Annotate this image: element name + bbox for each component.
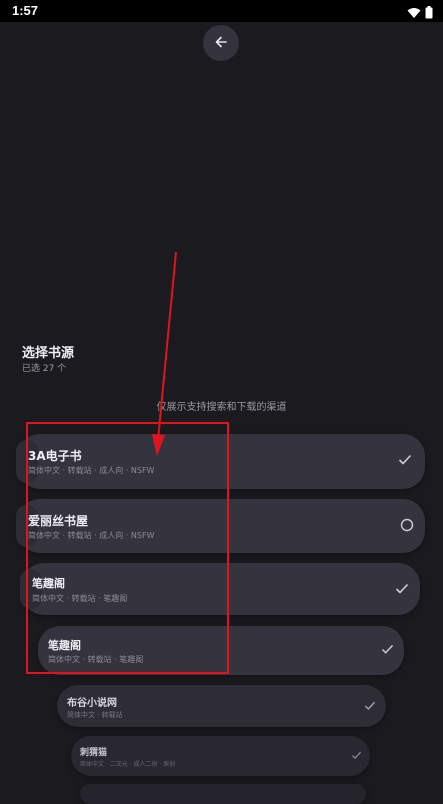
source-item[interactable]: 爱丽丝书屋 简体中文 · 转载站 · 成人向 · NSFW bbox=[16, 499, 425, 553]
source-item[interactable]: 刺猬猫 简体中文 · 二次元 · 成人二创 · 原创 bbox=[71, 736, 370, 776]
source-name: 爱丽丝书屋 bbox=[28, 514, 89, 528]
source-tags: 简体中文 · 二次元 · 成人二创 · 原创 bbox=[80, 761, 176, 768]
selected-count: 已选 27 个 bbox=[22, 364, 67, 374]
source-item[interactable]: 3A电子书 简体中文 · 转载站 · 成人向 · NSFW bbox=[16, 434, 425, 489]
check-icon[interactable] bbox=[381, 644, 394, 655]
arrow-left-icon bbox=[214, 34, 228, 53]
hint-text: 仅展示支持搜索和下载的渠道 bbox=[156, 402, 287, 413]
source-name: 刺猬猫 bbox=[80, 748, 108, 758]
source-tags: 简体中文 · 转载站 · 笔趣阁 bbox=[48, 655, 144, 664]
source-item[interactable]: 布谷小说网 简体中文 · 转载站 bbox=[57, 685, 386, 727]
check-icon[interactable] bbox=[351, 751, 362, 760]
source-item-partial[interactable] bbox=[80, 784, 366, 804]
source-name: 布谷小说网 bbox=[67, 698, 117, 709]
source-name: 笔趣阁 bbox=[48, 639, 81, 652]
check-icon[interactable] bbox=[395, 583, 409, 595]
source-name: 笔趣阁 bbox=[32, 577, 65, 590]
battery-icon bbox=[425, 4, 433, 23]
source-item[interactable]: 笔趣阁 简体中文 · 转载站 · 笔趣阁 bbox=[38, 626, 404, 675]
source-name: 3A电子书 bbox=[28, 449, 82, 463]
back-button[interactable] bbox=[203, 25, 239, 61]
unselected-circle-icon[interactable] bbox=[400, 518, 414, 532]
source-tags: 简体中文 · 转载站 · 成人向 · NSFW bbox=[28, 531, 155, 540]
wifi-icon bbox=[407, 4, 421, 23]
status-time: 1:57 bbox=[12, 3, 39, 18]
source-tags: 简体中文 · 转载站 · 成人向 · NSFW bbox=[28, 466, 155, 475]
status-icons bbox=[407, 4, 433, 23]
source-tags: 简体中文 · 转载站 · 笔趣阁 bbox=[32, 594, 128, 603]
source-tags: 简体中文 · 转载站 bbox=[67, 711, 123, 719]
status-bar: 1:57 bbox=[0, 0, 443, 22]
page-title: 选择书源 bbox=[22, 346, 75, 361]
check-icon[interactable] bbox=[364, 701, 376, 711]
source-item[interactable]: 笔趣阁 简体中文 · 转载站 · 笔趣阁 bbox=[20, 563, 420, 615]
check-icon[interactable] bbox=[398, 454, 412, 466]
